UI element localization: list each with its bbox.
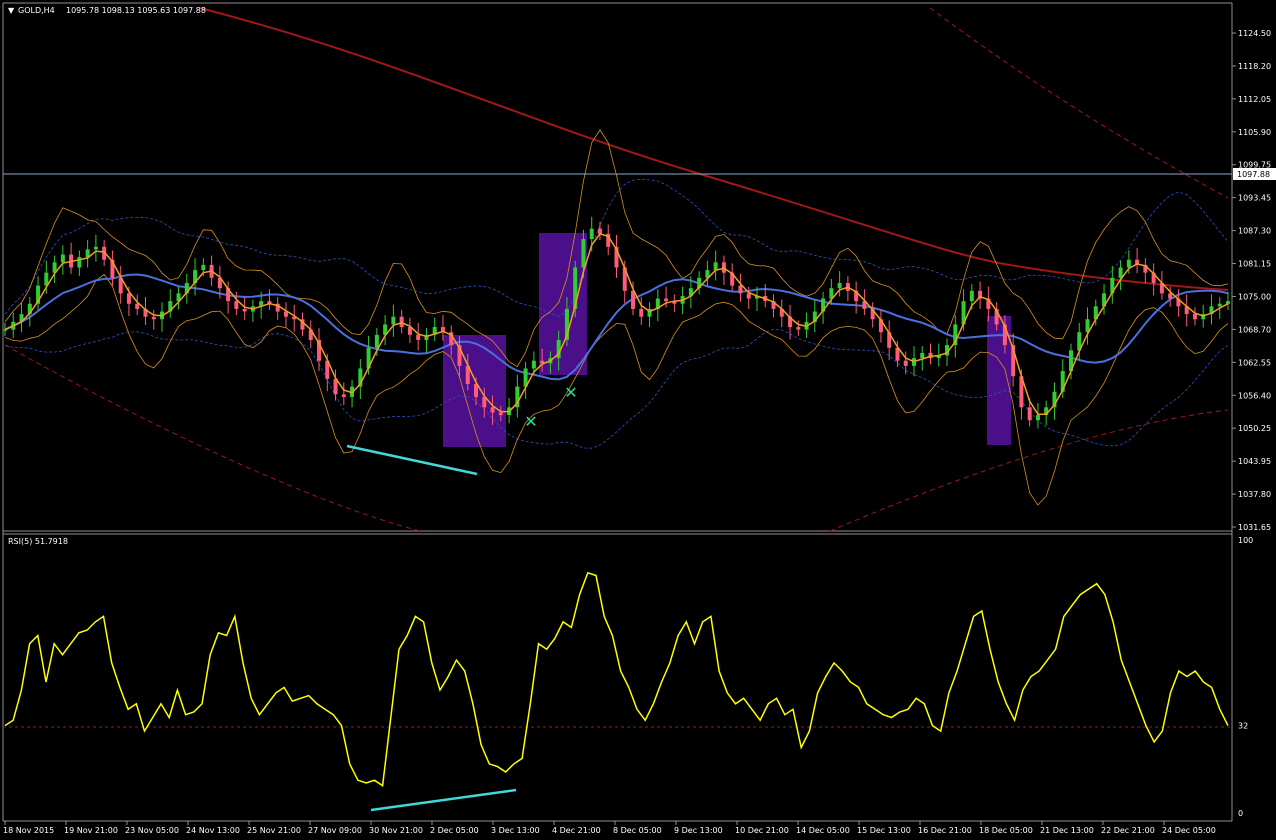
candle-body [1217,303,1222,307]
candle-body [3,329,7,331]
time-tick-label: 8 Dec 05:00 [613,826,662,835]
time-tick-label: 19 Nov 21:00 [64,826,118,835]
symbol-label: GOLD,H4 [18,6,55,15]
candle-body [969,290,974,302]
price-tick-label: 1068.70 [1238,325,1271,334]
candle-body [589,228,594,240]
candle-body [903,360,908,366]
candle-body [1226,301,1230,304]
candle-body [490,407,495,413]
time-tick-label: 9 Dec 13:00 [674,826,723,835]
candle-body [746,293,751,299]
candle-body [60,254,65,263]
candle-body [234,301,239,309]
rsi-tick-label: 100 [1238,536,1253,545]
candle-body [738,285,743,294]
time-tick-label: 14 Dec 05:00 [796,826,850,835]
candle-body [796,327,801,330]
time-tick-label: 25 Nov 21:00 [247,826,301,835]
candle-body [151,316,156,320]
time-tick-label: 3 Dec 13:00 [491,826,540,835]
price-tick-label: 1124.50 [1238,29,1271,38]
candle-body [920,352,925,359]
candle-body [126,293,131,304]
dropdown-icon[interactable]: ▼ [8,6,15,15]
time-tick-label: 24 Nov 13:00 [186,826,240,835]
candle-body [374,334,379,348]
candle-body [837,283,842,289]
candle-body [664,298,669,302]
price-tick-label: 1087.30 [1238,227,1271,236]
rsi-tick-label: 32 [1238,722,1248,731]
candle-body [93,246,98,250]
time-tick-label: 2 Dec 05:00 [430,826,479,835]
time-tick-label: 24 Dec 05:00 [1162,826,1216,835]
trading-chart[interactable]: ✕ ✕ 1124.501118.201112.051105.901099.751… [0,0,1276,840]
candle-body [1027,407,1032,421]
price-tick-label: 1081.15 [1238,260,1271,269]
price-tick-label: 1031.65 [1238,523,1271,532]
time-tick-label: 22 Dec 21:00 [1101,826,1155,835]
ohlc-label: 1095.78 1098.13 1095.63 1097.88 [66,6,206,15]
price-tick-label: 1093.45 [1238,194,1271,203]
candle-body [1192,314,1197,320]
price-tick-label: 1105.90 [1238,128,1271,137]
price-tick-label: 1112.05 [1238,95,1271,104]
rsi-label: RSI(5) 51.7918 [8,537,68,546]
time-tick-label: 23 Nov 05:00 [125,826,179,835]
price-tick-label: 1118.20 [1238,62,1271,71]
time-tick-label: 30 Nov 21:00 [369,826,423,835]
candle-body [531,360,536,369]
signal-marker-icon: ✕ [564,383,577,402]
price-tick-label: 1050.25 [1238,424,1271,433]
candle-body [1126,259,1131,268]
time-tick-label: 18 Dec 05:00 [979,826,1033,835]
candle-body [498,412,503,416]
candle-body [721,262,726,273]
candle-body [581,239,586,268]
candle-body [1168,293,1173,299]
highlight-zone-2 [539,233,587,375]
candle-body [1118,267,1123,278]
candle-body [201,264,206,271]
price-tick-label: 1037.80 [1238,490,1271,499]
time-tick-label: 21 Dec 13:00 [1040,826,1094,835]
time-tick-label: 18 Nov 2015 [3,826,54,835]
time-tick-label: 16 Dec 21:00 [918,826,972,835]
price-tick-label: 1043.95 [1238,457,1271,466]
candle-body [1035,415,1040,421]
time-tick-label: 15 Dec 13:00 [857,826,911,835]
price-tick-label: 1075.00 [1238,292,1271,301]
current-price-tag: 1097.88 [1233,168,1276,180]
candle-body [416,334,421,340]
chart-background [0,0,1276,840]
time-tick-label: 4 Dec 21:00 [552,826,601,835]
candle-body [391,316,396,325]
price-tick-label: 1062.55 [1238,358,1271,367]
time-tick-label: 27 Nov 09:00 [308,826,362,835]
candle-body [341,394,346,397]
candle-body [242,308,247,312]
signal-marker-icon: ✕ [524,412,537,431]
current-price-label: 1097.88 [1237,170,1270,179]
candle-body [399,316,404,328]
candle-body [135,303,140,309]
candle-body [639,308,644,317]
time-tick-label: 10 Dec 21:00 [735,826,789,835]
rsi-tick-label: 0 [1238,809,1243,818]
price-tick-label: 1056.40 [1238,391,1271,400]
candle-body [713,262,718,271]
